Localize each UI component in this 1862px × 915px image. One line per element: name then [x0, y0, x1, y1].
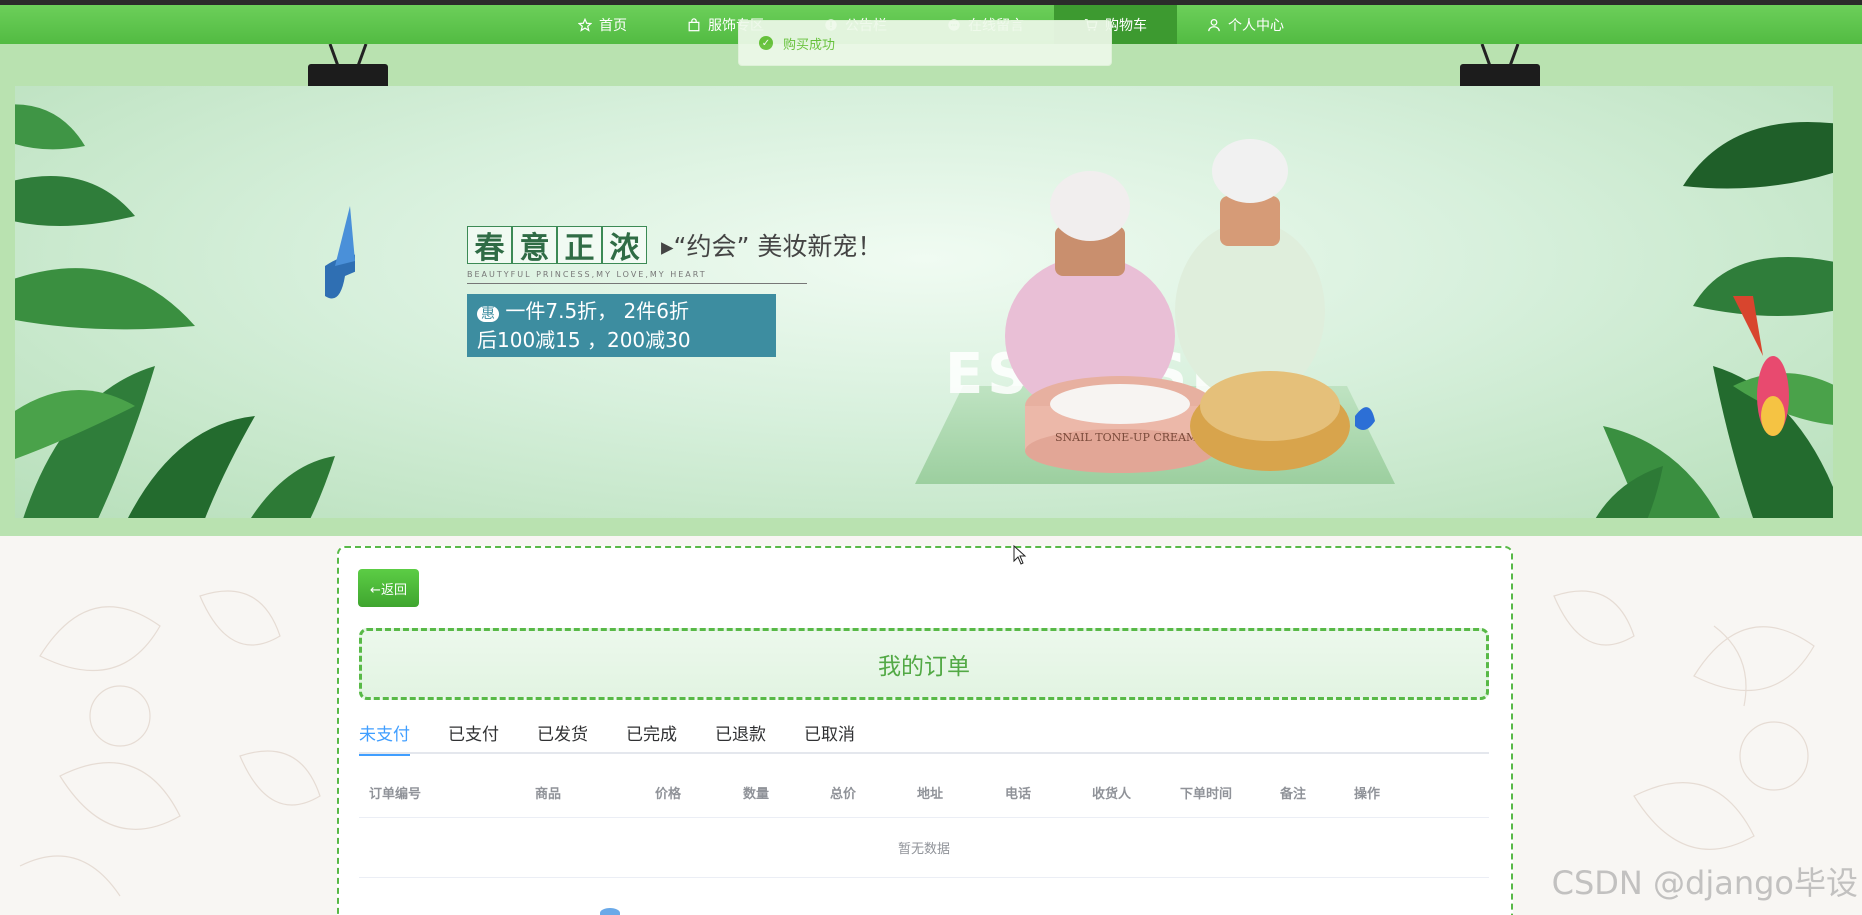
tab-completed[interactable]: 已完成 — [607, 720, 696, 754]
promo-banner[interactable]: 春 意 正 浓 ▸“约会” 美妆新宠！ BEAUTYFUL PRINCESS,M… — [15, 86, 1833, 518]
column-header: 总价 — [830, 787, 857, 802]
column-header: 订单编号 — [369, 787, 422, 802]
cosmetics-product-illustration: SNAIL TONE-UP CREAM — [1005, 139, 1375, 473]
tab-paid[interactable]: 已支付 — [429, 720, 518, 754]
column-header: 地址 — [917, 787, 944, 802]
foliage-left-illustration — [15, 104, 355, 518]
column-header: 收货人 — [1092, 787, 1132, 802]
foliage-right-illustration — [1595, 122, 1833, 518]
promo-char: 正 — [557, 226, 602, 266]
promo-tagline: BEAUTYFUL PRINCESS,MY LOVE,MY HEART — [467, 270, 807, 284]
tab-refunded[interactable]: 已退款 — [696, 720, 785, 754]
tab-shipped[interactable]: 已发货 — [518, 720, 607, 754]
deal-line-2: 后100减15 ，200减30 — [477, 328, 691, 352]
deal-badge: 惠 — [477, 306, 499, 322]
orders-card: ←返回 我的订单 未支付 已支付 已发货 已完成 已退款 已取消 订单编号 商品… — [337, 546, 1513, 915]
mouse-cursor-icon — [1013, 545, 1027, 565]
back-button[interactable]: ←返回 — [358, 569, 419, 607]
floral-pattern-left — [19, 590, 321, 897]
order-status-tabs: 未支付 已支付 已发货 已完成 已退款 已取消 — [359, 720, 1489, 756]
check-circle-icon: ✓ — [759, 36, 773, 50]
user-icon — [1208, 18, 1220, 31]
product-label: SNAIL TONE-UP CREAM — [1055, 431, 1197, 444]
watermark: CSDN @django毕设 — [1551, 864, 1858, 902]
column-header: 下单时间 — [1180, 787, 1233, 802]
partial-avatar-icon — [600, 908, 620, 915]
promo-title: 春 意 正 浓 ▸“约会” 美妆新宠！ — [467, 226, 883, 266]
star-icon — [578, 17, 592, 32]
column-header: 操作 — [1354, 787, 1381, 802]
nav-label: 个人中心 — [1228, 17, 1284, 34]
bag-icon — [688, 17, 700, 31]
table-header: 订单编号 商品 价格 数量 总价 地址 电话 收货人 下单时间 备注 操作 — [359, 768, 1489, 818]
promo-char: 浓 — [602, 226, 647, 266]
banner-section: 春 意 正 浓 ▸“约会” 美妆新宠！ BEAUTYFUL PRINCESS,M… — [0, 44, 1862, 561]
page-title: 我的订单 — [359, 628, 1489, 700]
promo-char: 意 — [512, 226, 557, 266]
tab-unpaid[interactable]: 未支付 — [359, 720, 429, 756]
success-toast: ✓ 购买成功 — [738, 20, 1112, 66]
column-header: 数量 — [743, 787, 770, 802]
promo-deal: 惠 一件7.5折， 2件6折 后100减15 ，200减30 — [467, 294, 776, 357]
tab-cancelled[interactable]: 已取消 — [785, 720, 874, 754]
column-header: 价格 — [655, 787, 682, 802]
column-header: 电话 — [1005, 787, 1032, 802]
nav-item-profile[interactable]: 个人中心 — [1177, 5, 1314, 44]
promo-text-block: 春 意 正 浓 ▸“约会” 美妆新宠！ BEAUTYFUL PRINCESS,M… — [467, 226, 882, 357]
toast-message: 购买成功 — [783, 37, 836, 53]
hummingbird-icon — [325, 206, 355, 299]
deal-line-1: 一件7.5折， 2件6折 — [505, 299, 689, 323]
promo-char: 春 — [467, 226, 512, 266]
column-header: 商品 — [535, 787, 562, 802]
empty-table-row: 暂无数据 — [359, 818, 1489, 878]
nav-item-home[interactable]: 首页 — [548, 5, 657, 44]
promo-subtitle: ▸“约会” 美妆新宠！ — [661, 232, 883, 261]
column-header: 备注 — [1280, 787, 1307, 802]
nav-label: 首页 — [599, 17, 627, 34]
